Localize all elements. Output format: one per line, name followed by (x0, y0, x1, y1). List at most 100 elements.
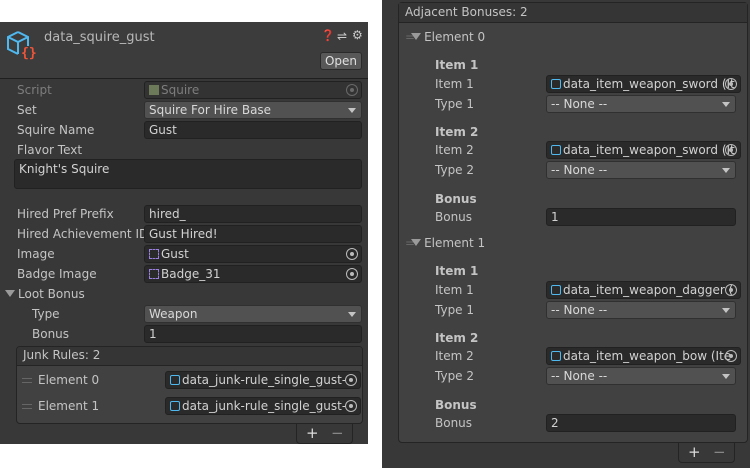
foldout-arrow-icon (5, 290, 15, 297)
item2-field[interactable]: data_item_weapon_bow (Ite (546, 347, 741, 365)
script-label: Script (17, 83, 52, 97)
sprite-icon (149, 269, 159, 279)
type2-dropdown[interactable]: -- None -- (546, 161, 736, 179)
junk-rules-header-label: Junk Rules: 2 (23, 348, 101, 362)
loot-type-label: Type (32, 307, 60, 321)
item2-field[interactable]: data_item_weapon_sword (It (546, 141, 741, 159)
object-picker-icon[interactable] (345, 374, 357, 386)
squire-name-input[interactable]: Gust (144, 121, 362, 139)
hired-pref-prefix-label: Hired Pref Prefix (17, 207, 114, 221)
remove-element-button[interactable]: − (713, 444, 726, 460)
add-element-button[interactable]: + (306, 425, 319, 441)
help-icon[interactable]: ❓ (321, 28, 335, 44)
set-value: Squire For Hire Base (149, 103, 272, 117)
script-value: Squire (161, 83, 200, 97)
chevron-down-icon (722, 168, 730, 173)
hired-achievement-id-label: Hired Achievement ID (17, 227, 149, 241)
junk-list-footer: + − (296, 424, 353, 444)
set-dropdown[interactable]: Squire For Hire Base (144, 101, 362, 119)
item1-field[interactable]: data_item_weapon_dagger ( (546, 281, 741, 299)
object-value: data_item_weapon_sword (It (563, 77, 735, 91)
chevron-down-icon (722, 102, 730, 107)
asset-title: data_squire_gust (44, 30, 155, 45)
dropdown-value: -- None -- (551, 303, 608, 317)
object-value: data_item_weapon_dagger ( (563, 283, 734, 297)
item2-heading: Item 2 (435, 125, 479, 139)
hired-pref-prefix-input[interactable]: hired_ (144, 205, 362, 223)
type1-dropdown[interactable]: -- None -- (546, 95, 736, 113)
chevron-down-icon (348, 108, 356, 113)
add-element-button[interactable]: + (688, 444, 701, 460)
sprite-icon (149, 249, 159, 259)
dropdown-value: -- None -- (551, 369, 608, 383)
presets-icon[interactable]: ⇌ (337, 28, 347, 44)
remove-element-button[interactable]: − (331, 425, 344, 441)
loot-bonus-label: Loot Bonus (18, 287, 85, 301)
chevron-down-icon (722, 374, 730, 379)
badge-image-field[interactable]: Badge_31 (144, 265, 362, 283)
object-picker-icon (346, 84, 358, 96)
type1-dropdown[interactable]: -- None -- (546, 301, 736, 319)
dropdown-value: -- None -- (551, 97, 608, 111)
type2-label: Type 2 (435, 163, 475, 177)
scriptable-object-icon (551, 79, 561, 89)
gear-icon[interactable]: ⚙ (352, 27, 363, 43)
drag-handle-icon[interactable] (22, 378, 32, 383)
item1-label: Item 1 (435, 77, 474, 91)
adjacent-list-footer: + − (678, 443, 735, 463)
object-value: data_item_weapon_bow (Ite (563, 349, 732, 363)
object-value: data_item_weapon_sword (It (563, 143, 735, 157)
type2-dropdown[interactable]: -- None -- (546, 367, 736, 385)
loot-bonus-input[interactable]: 1 (144, 325, 362, 343)
item1-field[interactable]: data_item_weapon_sword (It (546, 75, 741, 93)
element-label: Element 0 (424, 30, 486, 44)
scriptable-object-icon: {} (7, 31, 36, 60)
bonus-label: Bonus (435, 416, 473, 430)
chevron-down-icon (722, 308, 730, 313)
image-value: Gust (161, 247, 189, 261)
object-picker-icon[interactable] (725, 78, 737, 90)
badge-image-value: Badge_31 (161, 267, 221, 281)
bonus-heading: Bonus (435, 398, 477, 412)
bonus-label: Bonus (435, 210, 473, 224)
loot-type-dropdown[interactable]: Weapon (144, 305, 362, 323)
script-icon (149, 85, 159, 95)
drag-handle-icon[interactable] (22, 404, 32, 409)
badge-image-label: Badge Image (17, 267, 97, 281)
inspector-header: {} data_squire_gust ❓ ⇌ ⚙ Open (0, 22, 368, 79)
chevron-down-icon (348, 312, 356, 317)
object-picker-icon[interactable] (345, 400, 357, 412)
junk-element-0-label: Element 0 (38, 373, 100, 387)
hired-achievement-id-input[interactable]: Gust Hired! (144, 225, 362, 243)
item2-heading: Item 2 (435, 331, 479, 345)
dropdown-value: -- None -- (551, 163, 608, 177)
bonus-heading: Bonus (435, 192, 477, 206)
item1-heading: Item 1 (435, 264, 479, 278)
item2-label: Item 2 (435, 143, 474, 157)
item1-label: Item 1 (435, 283, 474, 297)
svg-text:{}: {} (21, 46, 36, 60)
object-picker-icon[interactable] (725, 350, 737, 362)
type1-label: Type 1 (435, 303, 475, 317)
set-label: Set (17, 103, 37, 117)
scriptable-object-icon (551, 351, 561, 361)
junk-element-1-label: Element 1 (38, 399, 100, 413)
bonus-input[interactable]: 1 (546, 208, 736, 226)
element-label: Element 1 (424, 236, 486, 250)
junk-element-1-field[interactable]: data_junk-rule_single_gust- (165, 397, 361, 415)
object-picker-icon[interactable] (346, 268, 358, 280)
flavor-text-area[interactable]: Knight's Squire (14, 159, 362, 189)
element-1-foldout[interactable]: = Element 1 (405, 235, 485, 251)
open-button[interactable]: Open (320, 52, 362, 70)
element-0-foldout[interactable]: = Element 0 (405, 29, 485, 45)
loot-bonus-foldout[interactable]: Loot Bonus (5, 286, 85, 302)
object-picker-icon[interactable] (346, 248, 358, 260)
foldout-arrow-icon (411, 239, 422, 246)
junk-element-0-field[interactable]: data_junk-rule_single_gust- (165, 371, 361, 389)
object-picker-icon[interactable] (725, 144, 737, 156)
image-field[interactable]: Gust (144, 245, 362, 263)
junk-element-1-value: data_junk-rule_single_gust- (182, 399, 347, 413)
scriptable-object-icon (170, 401, 180, 411)
object-picker-icon[interactable] (725, 284, 737, 296)
bonus-input[interactable]: 2 (546, 414, 736, 432)
